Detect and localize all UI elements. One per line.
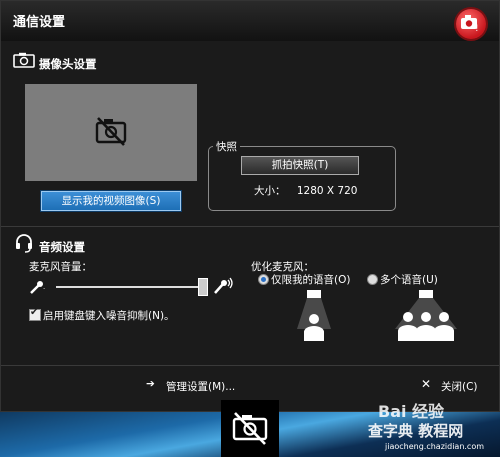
- camera-off-icon: [232, 412, 268, 445]
- multiple-speakers-icon: [395, 290, 457, 341]
- radio-multiple-voices[interactable]: [367, 274, 378, 285]
- watermark-url: jiaocheng.chazidian.com: [385, 442, 485, 451]
- mic-volume-label: 麦克风音量：: [29, 261, 92, 273]
- mic-high-icon: [214, 277, 233, 294]
- video-preview: [25, 84, 197, 181]
- close-button[interactable]: 关闭(C): [441, 379, 478, 394]
- camera-off-icon: [95, 117, 127, 146]
- radio-my-voice-only[interactable]: [258, 274, 269, 285]
- snapshot-legend: 快照: [213, 139, 240, 154]
- mic-low-icon: ·: [30, 281, 45, 294]
- radio-multiple-voices-label[interactable]: 多个语音(U): [380, 272, 438, 287]
- manage-settings-link[interactable]: 管理设置(M)...: [166, 379, 235, 394]
- mic-volume-slider-thumb[interactable]: [197, 278, 208, 296]
- noise-suppression-checkbox[interactable]: [29, 307, 41, 321]
- title-bar: 通信设置 !: [1, 1, 499, 41]
- svg-text:!: !: [475, 24, 479, 32]
- arrow-right-icon: ➔: [146, 378, 155, 390]
- single-speaker-icon: [297, 290, 331, 341]
- window-title: 通信设置: [13, 15, 66, 30]
- camera-settings-badge-icon: !: [456, 9, 486, 39]
- camera-taskbar-button[interactable]: [221, 400, 279, 457]
- radio-my-voice-only-label[interactable]: 仅限我的语音(O): [271, 272, 350, 287]
- footer-divider: [1, 365, 499, 366]
- close-icon: ✕: [421, 377, 432, 391]
- svg-text:·: ·: [43, 285, 45, 293]
- camera-section-title: 摄像头设置: [39, 57, 97, 71]
- audio-section-title: 音频设置: [39, 240, 85, 254]
- camera-icon: [13, 52, 35, 68]
- snapshot-size: 大小： 1280 X 720: [254, 183, 357, 198]
- size-label: 大小：: [254, 185, 286, 197]
- take-snapshot-button[interactable]: 抓拍快照(T): [241, 156, 359, 175]
- watermark-site: 查字典 教程网: [368, 422, 464, 440]
- mic-volume-slider-track[interactable]: [56, 286, 206, 288]
- headset-icon: [16, 234, 32, 253]
- section-divider: [1, 226, 499, 227]
- noise-suppression-label: 启用键盘键入噪音抑制(N)。: [43, 310, 175, 322]
- size-value: 1280 X 720: [296, 185, 358, 197]
- show-my-video-button[interactable]: 显示我的视频图像(S): [41, 191, 181, 211]
- communication-settings-dialog: 通信设置 ! 摄像头设置 显示我的视频图像(S) 快照 抓拍快照(T) 大小： …: [0, 0, 500, 412]
- watermark-logo: Bai 经验: [378, 402, 445, 421]
